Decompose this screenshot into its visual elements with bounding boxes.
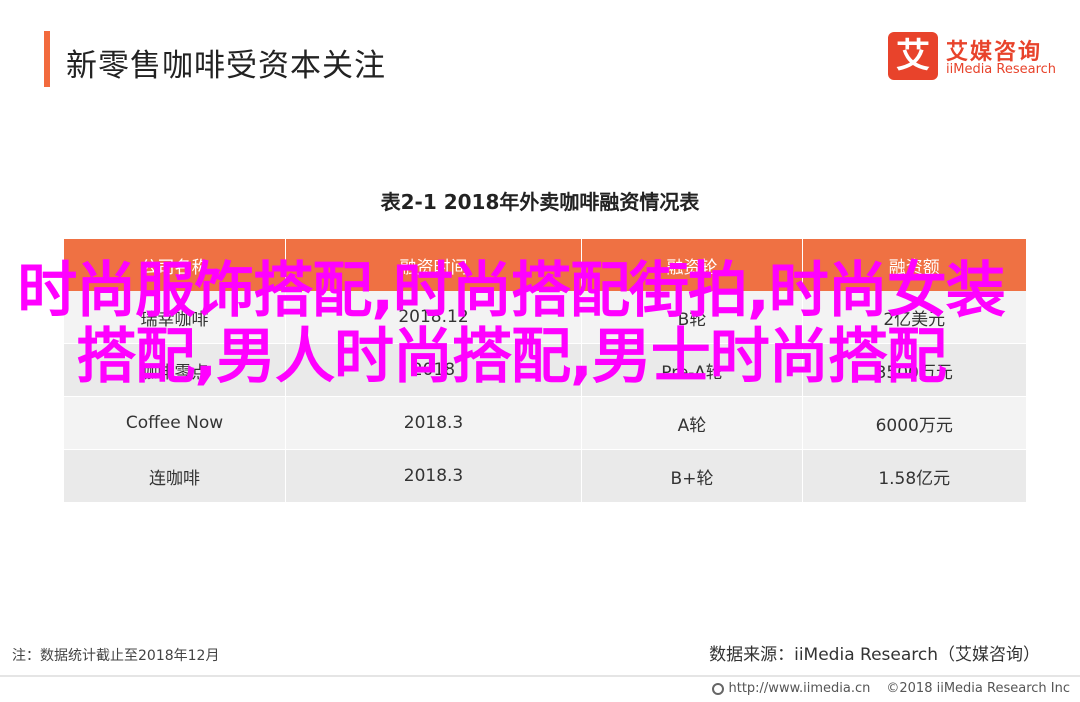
logo-name-en: iiMedia Research xyxy=(946,62,1057,77)
table-row: 连咖啡 2018.3 B+轮 1.58亿元 xyxy=(63,449,1026,503)
data-source-note: 数据来源：iiMedia Research（艾媒咨询） xyxy=(709,645,1040,665)
data-cutoff-note: 注：数据统计截止至2018年12月 xyxy=(12,648,220,664)
table-cell: 2018.3 xyxy=(285,449,582,503)
iimedia-logo: 艾 艾媒咨询 iiMedia Research xyxy=(888,32,1063,84)
watermark-overlay-text: 时尚服饰搭配,时尚搭配街拍,时尚女装搭配,男人时尚搭配,男士时尚搭配 xyxy=(17,256,1006,392)
footer-divider xyxy=(0,675,1080,677)
page-title: 新零售咖啡受资本关注 xyxy=(66,48,386,84)
table-cell: B+轮 xyxy=(581,449,803,503)
table-cell: 连咖啡 xyxy=(63,449,286,503)
footer-url: http://www.iimedia.cn xyxy=(728,681,871,696)
table-title: 表2-1 2018年外卖咖啡融资情况表 xyxy=(380,190,700,214)
table-cell: 2018.3 xyxy=(285,396,582,450)
globe-icon xyxy=(712,683,725,695)
footer: http://www.iimedia.cn ©2018 iiMedia Resea… xyxy=(712,681,1070,696)
table-cell: 1.58亿元 xyxy=(802,449,1026,503)
logo-mark-icon: 艾 xyxy=(888,32,938,80)
table-row: Coffee Now 2018.3 A轮 6000万元 xyxy=(63,396,1026,450)
table-cell: A轮 xyxy=(581,396,803,450)
table-cell: Coffee Now xyxy=(63,396,286,450)
footer-copyright: ©2018 iiMedia Research Inc xyxy=(886,681,1070,696)
header-accent-bar xyxy=(44,31,50,87)
table-cell: 6000万元 xyxy=(802,396,1026,450)
